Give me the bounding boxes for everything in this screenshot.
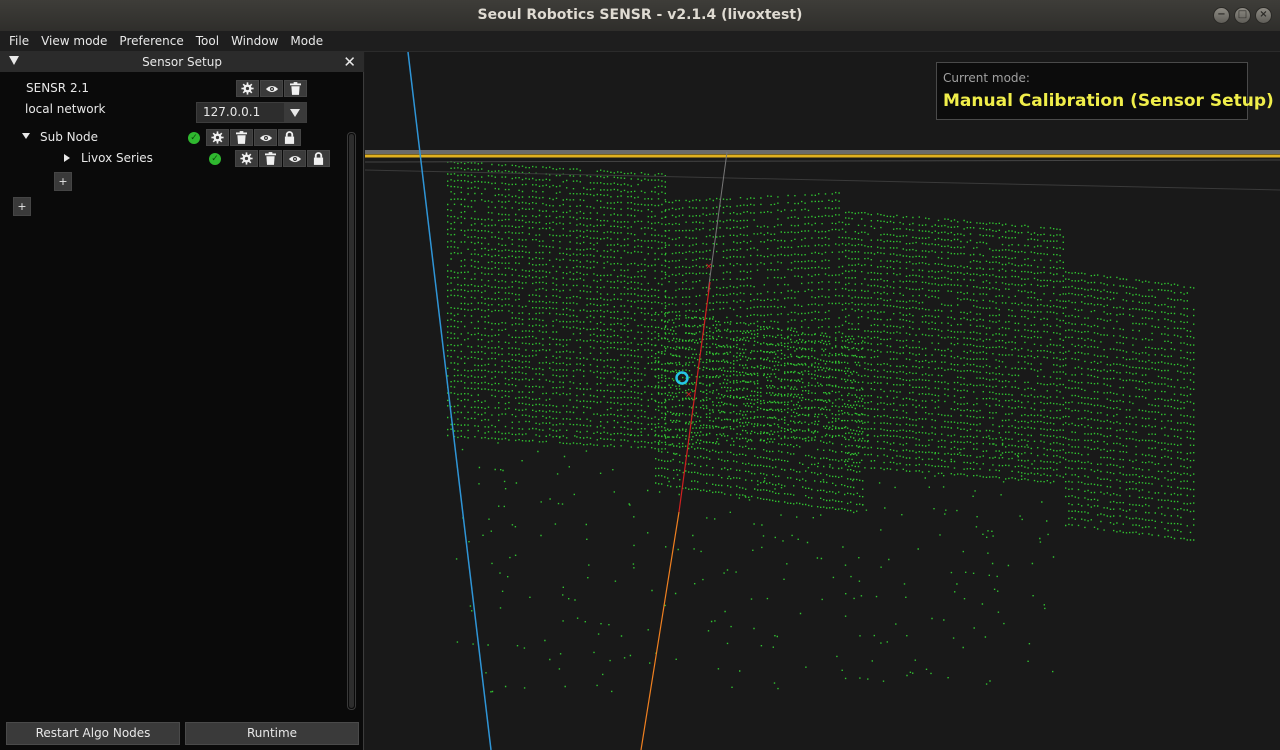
menu-tool[interactable]: Tool: [190, 31, 225, 51]
point-cloud-points: [447, 161, 1195, 693]
root-delete-button[interactable]: [284, 80, 307, 97]
menubar: File View mode Preference Tool Window Mo…: [0, 31, 1280, 52]
current-mode-label: Current mode:: [943, 71, 1030, 85]
add-sensor-button[interactable]: +: [54, 172, 72, 191]
check-icon: ✓: [209, 153, 221, 165]
eye-icon: [288, 154, 302, 164]
network-label: local network: [25, 102, 106, 116]
current-mode-value: Manual Calibration (Sensor Setup): [943, 91, 1274, 111]
check-icon: ✓: [188, 132, 200, 144]
add-sub-node-button[interactable]: +: [13, 197, 31, 216]
minimize-button[interactable]: −: [1213, 7, 1230, 24]
root-node-label: SENSR 2.1: [26, 81, 90, 95]
sub-node-visibility-button[interactable]: [254, 129, 277, 146]
menu-preference[interactable]: Preference: [113, 31, 189, 51]
restart-algo-nodes-button[interactable]: Restart Algo Nodes: [6, 722, 180, 745]
chevron-down-icon[interactable]: [284, 103, 306, 122]
menu-mode[interactable]: Mode: [284, 31, 329, 51]
menu-file[interactable]: File: [3, 31, 35, 51]
3d-viewport[interactable]: × × Current mode: Manual Calibration (Se…: [365, 52, 1280, 750]
close-icon[interactable]: ✕: [343, 52, 356, 72]
axis-marker-icon: ×: [685, 390, 693, 400]
ip-address-select[interactable]: 127.0.0.1: [196, 102, 307, 123]
lock-icon: [313, 152, 324, 165]
menu-window[interactable]: Window: [225, 31, 284, 51]
panel-header: Sensor Setup ✕: [0, 52, 364, 72]
sensor-visibility-button[interactable]: [283, 150, 306, 167]
close-window-button[interactable]: ×: [1255, 7, 1272, 24]
sensor-setup-panel: Sensor Setup ✕ SENSR 2.1 local network 1…: [0, 52, 364, 750]
trash-icon: [290, 82, 301, 95]
sub-node-label[interactable]: Sub Node: [40, 130, 98, 144]
point-cloud: [447, 161, 1195, 693]
axis-marker-icon: ×: [705, 262, 713, 272]
sensor-settings-button[interactable]: [235, 150, 258, 167]
sensor-delete-button[interactable]: [259, 150, 282, 167]
scrollbar-thumb[interactable]: [349, 134, 354, 708]
sub-node-expand-icon[interactable]: [22, 133, 30, 139]
point-cloud-dots: [447, 161, 1195, 693]
point-cloud-scene[interactable]: × ×: [365, 52, 1280, 750]
sub-node-lock-button[interactable]: [278, 129, 301, 146]
grid-line: [365, 159, 1280, 163]
root-visibility-button[interactable]: [260, 80, 283, 97]
lock-icon: [284, 131, 295, 144]
trash-icon: [265, 152, 276, 165]
gear-icon: [211, 131, 224, 144]
grid-line: [365, 169, 1280, 191]
gear-icon: [241, 82, 254, 95]
eye-icon: [259, 133, 273, 143]
livox-expand-icon[interactable]: [64, 154, 70, 162]
current-mode-box: Current mode: Manual Calibration (Sensor…: [936, 62, 1274, 120]
collapse-panel-icon[interactable]: [9, 56, 19, 65]
sub-node-settings-button[interactable]: [206, 129, 229, 146]
sub-node-delete-button[interactable]: [230, 129, 253, 146]
menu-view-mode[interactable]: View mode: [35, 31, 113, 51]
eye-icon: [265, 84, 279, 94]
panel-title: Sensor Setup: [142, 55, 222, 69]
sensor-lock-button[interactable]: [307, 150, 330, 167]
runtime-button[interactable]: Runtime: [185, 722, 359, 745]
ip-address-value: 127.0.0.1: [203, 105, 261, 119]
maximize-button[interactable]: □: [1234, 7, 1251, 24]
root-settings-button[interactable]: [236, 80, 259, 97]
panel-scrollbar[interactable]: [347, 132, 356, 710]
sensor-label[interactable]: Livox Series: [81, 151, 153, 165]
window-title: Seoul Robotics SENSR - v2.1.4 (livoxtest…: [477, 7, 803, 23]
window-titlebar: Seoul Robotics SENSR - v2.1.4 (livoxtest…: [0, 0, 1280, 31]
trash-icon: [236, 131, 247, 144]
gear-icon: [240, 152, 253, 165]
x-axis-line-extension: [640, 511, 680, 750]
